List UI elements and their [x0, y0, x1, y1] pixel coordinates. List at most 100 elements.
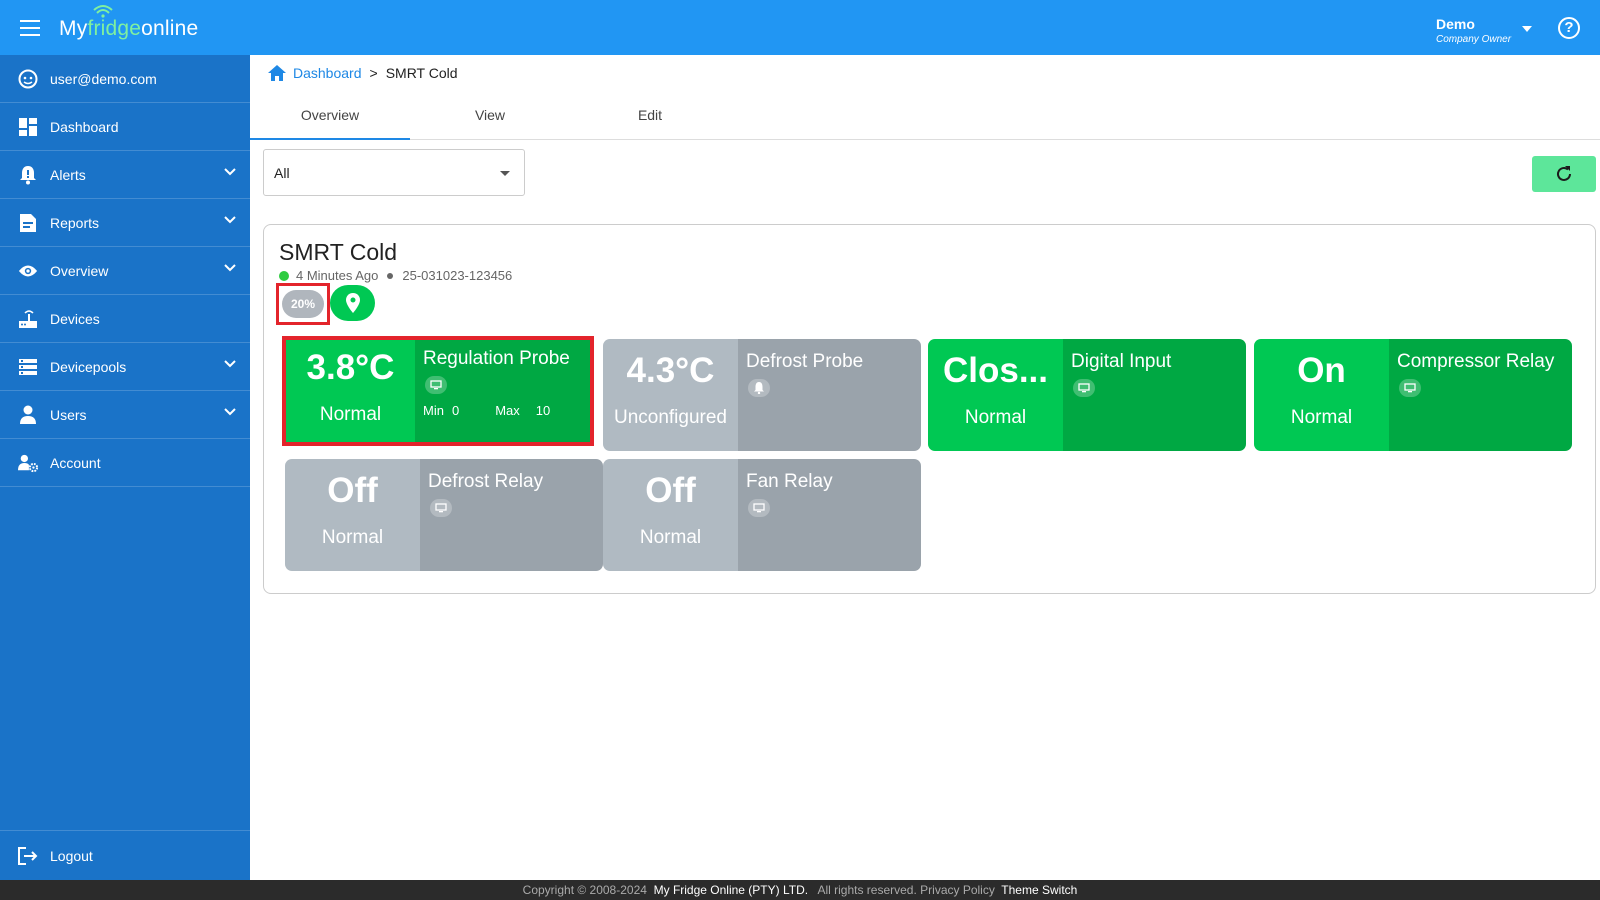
sensor-status: Normal — [1290, 407, 1353, 428]
sensor-value: 4.3°C — [626, 351, 715, 390]
sensor-tile-defrost-probe[interactable]: 4.3°C Unconfigured Defrost Probe — [603, 339, 921, 451]
map-pin-icon — [345, 293, 360, 313]
sidebar: user@demo.com Dashboard Alerts Reports O… — [0, 55, 250, 880]
sensor-name: Defrost Relay — [428, 471, 544, 492]
sidebar-item-label: Overview — [50, 262, 109, 279]
sensor-status: Normal — [639, 527, 702, 548]
sensor-status: Normal — [321, 527, 384, 548]
sensor-value: Clos... — [942, 351, 1049, 390]
sensor-value: 3.8°C — [306, 348, 395, 387]
max-label: Max — [495, 403, 520, 418]
home-icon[interactable] — [267, 64, 287, 82]
footer: Copyright © 2008-2024 My Fridge Online (… — [0, 880, 1600, 900]
breadcrumb: Dashboard > SMRT Cold — [267, 63, 458, 83]
max-value: 10 — [535, 403, 551, 418]
help-circle-icon[interactable]: ? — [1558, 17, 1580, 39]
sidebar-item-label: user@demo.com — [50, 70, 157, 87]
monitor-icon — [425, 376, 447, 394]
sensor-tile-digital-input[interactable]: Clos... Normal Digital Input — [928, 339, 1246, 451]
breadcrumb-separator: > — [369, 65, 378, 81]
user-menu[interactable]: Demo Company Owner — [1436, 16, 1546, 48]
report-icon — [18, 213, 38, 233]
theme-switch-link[interactable]: Theme Switch — [1001, 883, 1077, 897]
logout-button[interactable]: Logout — [0, 830, 250, 880]
footer-copyright: Copyright © 2008-2024 — [522, 883, 647, 897]
sensor-name: Regulation Probe — [423, 348, 570, 369]
monitor-icon — [430, 499, 452, 517]
sensor-tile-fan-relay[interactable]: Off Normal Fan Relay — [603, 459, 921, 571]
tab-bar: Overview View Edit — [250, 96, 1600, 140]
tab-overview[interactable]: Overview — [250, 96, 410, 140]
sidebar-item-dashboard[interactable]: Dashboard — [0, 103, 250, 151]
sensor-tile-defrost-relay[interactable]: Off Normal Defrost Relay — [285, 459, 603, 571]
chevron-down-icon — [224, 168, 236, 176]
battery-level: 20% — [282, 290, 324, 318]
sidebar-item-account[interactable]: Account — [0, 439, 250, 487]
caret-down-icon — [500, 171, 510, 176]
bell-icon — [748, 379, 770, 397]
sidebar-item-overview[interactable]: Overview — [0, 247, 250, 295]
eye-icon — [18, 261, 38, 281]
sensor-range: Min 0 Max 10 — [423, 403, 558, 418]
breadcrumb-dashboard-link[interactable]: Dashboard — [293, 65, 362, 81]
device-meta: 4 Minutes Ago 25-031023-123456 — [279, 268, 512, 283]
top-app-bar: Myfridgeonline Demo Company Owner ? — [0, 0, 1600, 55]
sensor-status: Normal — [319, 404, 382, 425]
tab-view[interactable]: View — [410, 96, 570, 140]
face-icon — [18, 69, 38, 89]
sensor-name: Digital Input — [1071, 351, 1172, 372]
sidebar-item-label: Users — [50, 406, 87, 423]
min-value: 0 — [451, 403, 460, 418]
sensor-value: On — [1297, 351, 1346, 390]
location-button[interactable] — [330, 285, 375, 321]
device-serial: 25-031023-123456 — [402, 268, 513, 283]
sidebar-item-label: Reports — [50, 214, 100, 231]
chevron-down-icon — [224, 408, 236, 416]
dashboard-icon — [18, 117, 38, 137]
sidebar-item-alerts[interactable]: Alerts — [0, 151, 250, 199]
footer-company: My Fridge Online (PTY) LTD. — [653, 883, 809, 897]
breadcrumb-current: SMRT Cold — [385, 65, 458, 81]
sensor-value: Off — [327, 471, 378, 510]
chevron-down-icon — [224, 216, 236, 224]
sidebar-item-devices[interactable]: Devices — [0, 295, 250, 343]
sensor-tile-regulation-probe[interactable]: 3.8°C Normal Regulation Probe Min 0 Max … — [282, 336, 594, 446]
sidebar-item-label: Account — [50, 454, 101, 471]
device-card: SMRT Cold 4 Minutes Ago 25-031023-123456… — [263, 224, 1596, 594]
sidebar-item-reports[interactable]: Reports — [0, 199, 250, 247]
refresh-icon — [1557, 166, 1571, 181]
sidebar-item-label: Dashboard — [50, 118, 119, 135]
sensor-value: Off — [645, 471, 696, 510]
sensor-status: Normal — [964, 407, 1027, 428]
chevron-down-icon — [224, 360, 236, 368]
min-label: Min — [423, 403, 444, 418]
hamburger-icon[interactable] — [20, 20, 40, 36]
dot-separator — [387, 272, 394, 279]
sidebar-item-devicepools[interactable]: Devicepools — [0, 343, 250, 391]
wifi-logo-icon — [93, 5, 113, 18]
last-seen: 4 Minutes Ago — [296, 268, 379, 283]
filter-select[interactable]: All — [263, 149, 525, 196]
tab-edit[interactable]: Edit — [570, 96, 730, 140]
account-settings-icon — [18, 453, 38, 473]
monitor-icon — [748, 499, 770, 517]
app-logo[interactable]: Myfridgeonline — [59, 17, 198, 41]
device-name: SMRT Cold — [279, 239, 398, 265]
battery-badge[interactable]: 20% — [276, 283, 330, 325]
sidebar-item-label: Alerts — [50, 166, 86, 183]
sensor-name: Compressor Relay — [1397, 351, 1555, 372]
chevron-down-icon — [224, 264, 236, 272]
sensor-status: Unconfigured — [613, 407, 728, 428]
sensor-tile-compressor-relay[interactable]: On Normal Compressor Relay — [1254, 339, 1572, 451]
sidebar-item-label: Devicepools — [50, 358, 127, 375]
sidebar-item-users[interactable]: Users — [0, 391, 250, 439]
filter-selected-value: All — [274, 165, 290, 181]
sidebar-item-user[interactable]: user@demo.com — [0, 55, 250, 103]
user-role: Company Owner — [1436, 34, 1512, 45]
online-status-icon — [279, 270, 289, 281]
privacy-policy-link[interactable]: Privacy Policy — [920, 883, 995, 897]
refresh-button[interactable] — [1532, 156, 1596, 192]
logout-label: Logout — [50, 847, 93, 864]
sensor-name: Defrost Probe — [746, 351, 864, 372]
bell-alert-icon — [18, 165, 38, 185]
